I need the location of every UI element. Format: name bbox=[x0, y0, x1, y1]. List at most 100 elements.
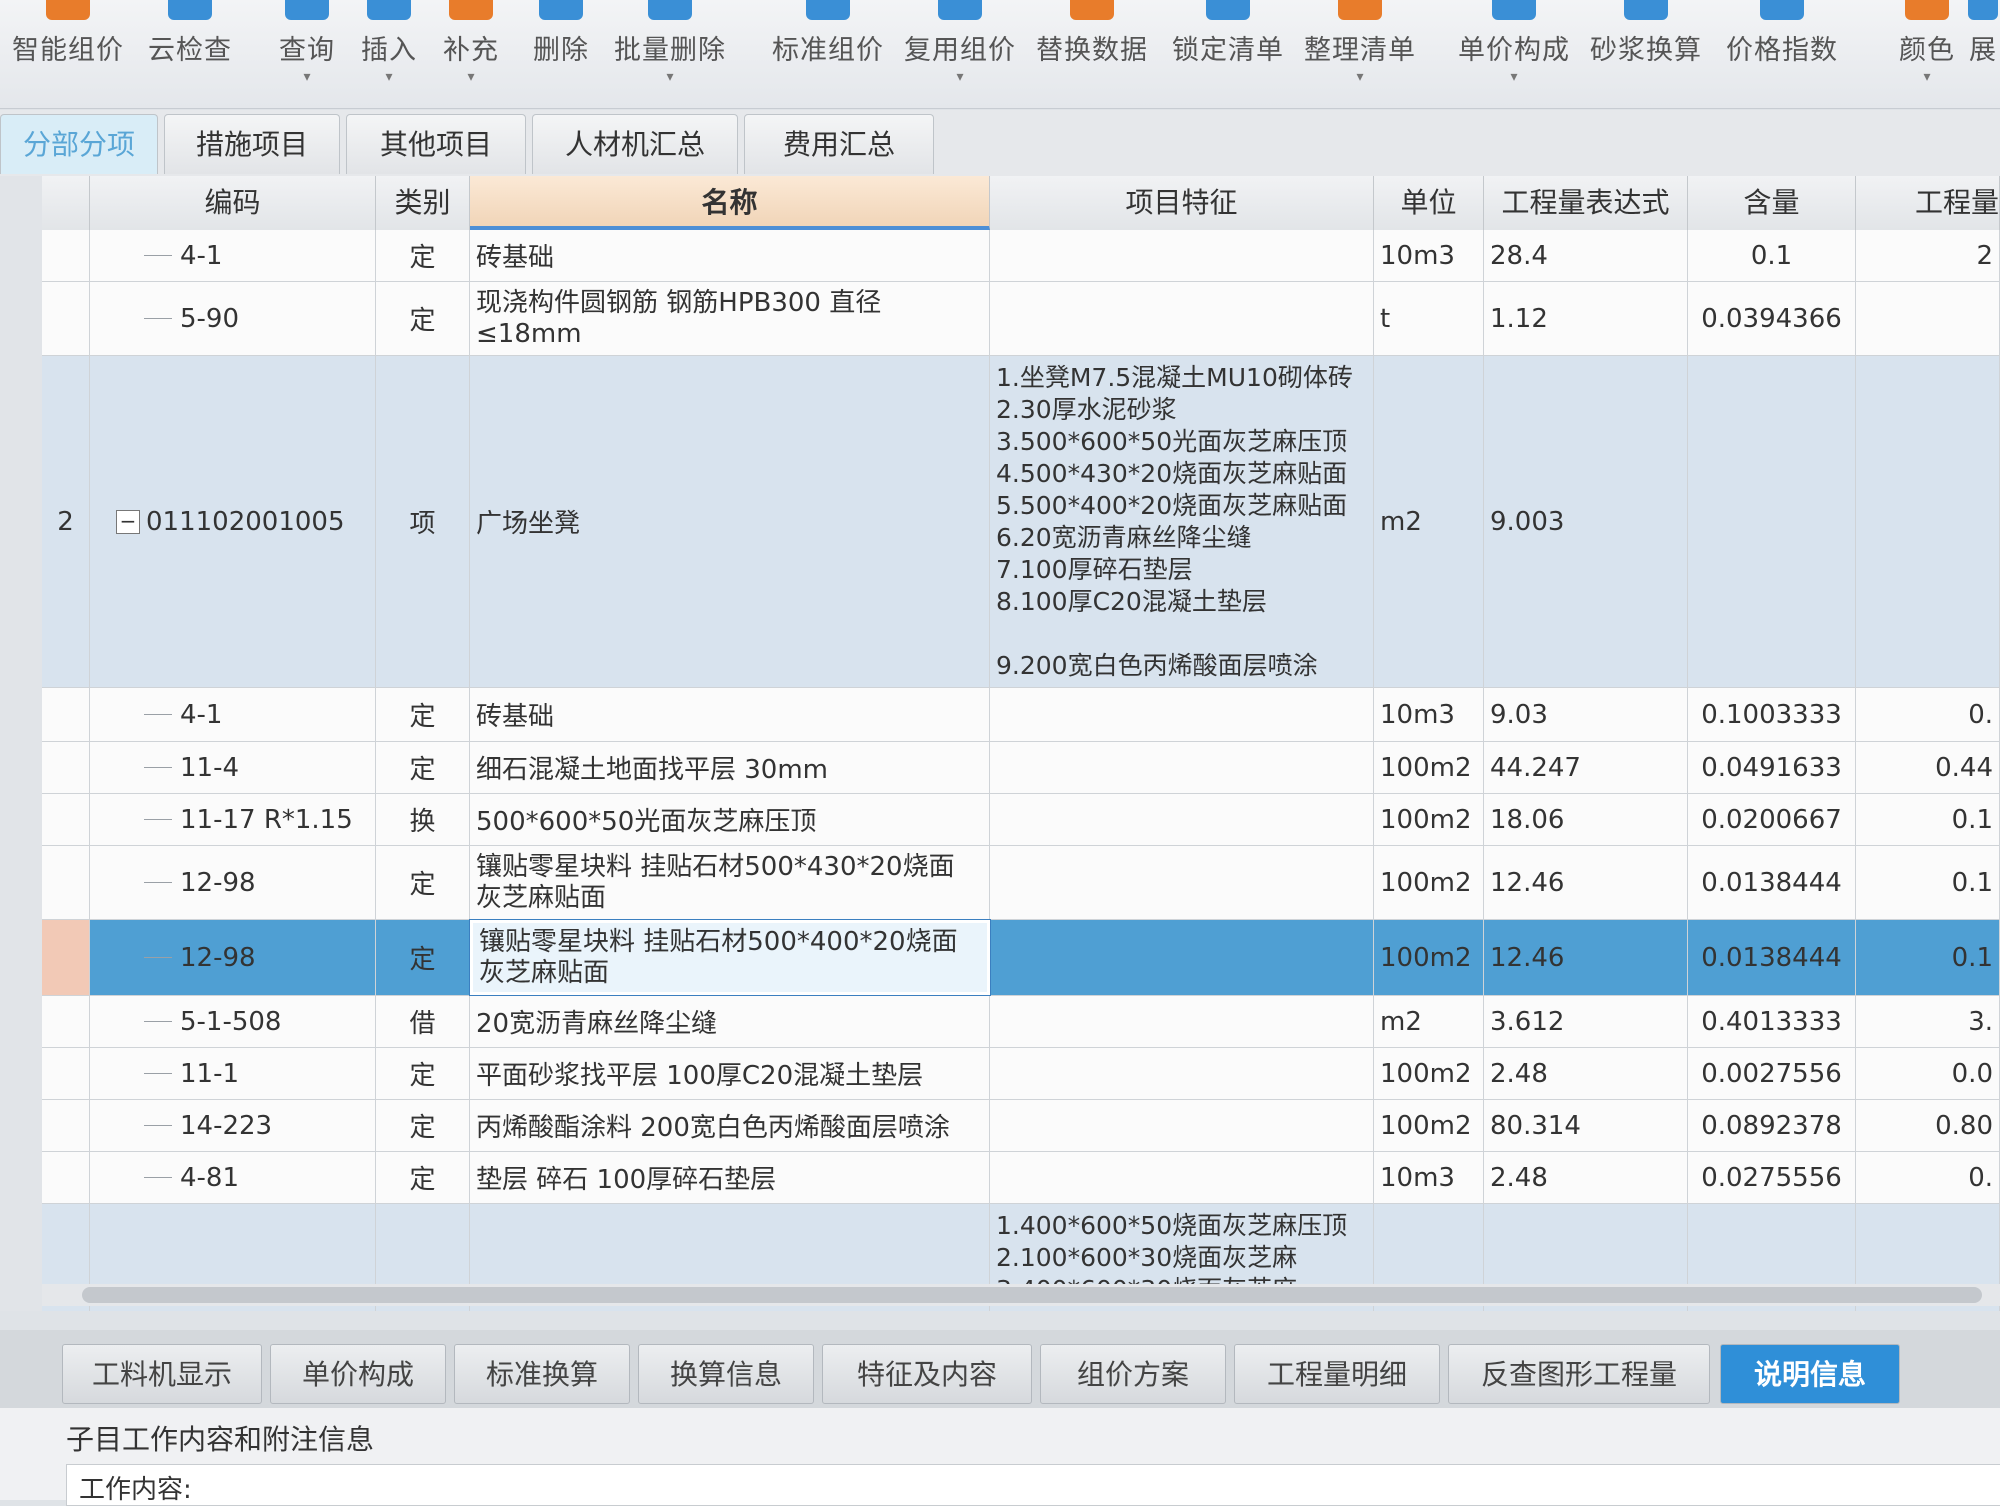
row-code-cell[interactable]: −011102001005 bbox=[90, 356, 376, 687]
row-unit[interactable]: 100m2 bbox=[1374, 846, 1484, 919]
row-name[interactable]: 镶贴零星块料 挂贴石材500*430*20烧面 灰芝麻贴面 bbox=[470, 846, 990, 919]
row-code-cell[interactable]: 4-1 bbox=[90, 230, 376, 281]
row-feature[interactable] bbox=[990, 1100, 1374, 1151]
row-expression[interactable]: 12.46 bbox=[1484, 920, 1688, 995]
row-code-cell[interactable]: 11-17 R*1.15 bbox=[90, 794, 376, 845]
row-code-cell[interactable]: 11-1 bbox=[90, 1048, 376, 1099]
table-row-parent[interactable]: 2 −011102001005 项 广场坐凳 1.坐凳M7.5混凝土MU10砌体… bbox=[42, 356, 2000, 688]
row-quantity[interactable]: 0.1 bbox=[1856, 920, 2000, 995]
row-quantity[interactable]: 0.80 bbox=[1856, 1100, 2000, 1151]
tab-reverse-graphic-quantity[interactable]: 反查图形工程量 bbox=[1448, 1344, 1710, 1404]
row-content[interactable]: 0.0275556 bbox=[1688, 1152, 1856, 1203]
row-type[interactable]: 定 bbox=[376, 742, 470, 793]
query-button[interactable]: 查询 ▾ bbox=[272, 0, 342, 100]
header-quantity[interactable]: 工程量 bbox=[1856, 176, 2000, 230]
row-content[interactable]: 0.4013333 bbox=[1688, 996, 1856, 1047]
row-feature[interactable] bbox=[990, 846, 1374, 919]
row-feature[interactable] bbox=[990, 1152, 1374, 1203]
row-content[interactable]: 0.0138444 bbox=[1688, 846, 1856, 919]
row-type[interactable]: 定 bbox=[376, 920, 470, 995]
row-code-cell[interactable]: 12-98 bbox=[90, 846, 376, 919]
row-name[interactable]: 砖基础 bbox=[470, 688, 990, 741]
tab-features-content[interactable]: 特征及内容 bbox=[822, 1344, 1032, 1404]
row-quantity[interactable]: 0.0 bbox=[1856, 1048, 2000, 1099]
row-content[interactable] bbox=[1688, 356, 1856, 687]
row-expression[interactable]: 12.46 bbox=[1484, 846, 1688, 919]
mortar-conversion-button[interactable]: 砂浆换算 bbox=[1586, 0, 1706, 100]
lock-list-button[interactable]: 锁定清单 bbox=[1168, 0, 1288, 100]
row-content[interactable]: 0.1 bbox=[1688, 230, 1856, 281]
price-index-button[interactable]: 价格指数 bbox=[1722, 0, 1842, 100]
row-type[interactable]: 借 bbox=[376, 996, 470, 1047]
row-expression[interactable]: 28.4 bbox=[1484, 230, 1688, 281]
row-name-editor[interactable]: 镶贴零星块料 挂贴石材500*400*20烧面 灰芝麻贴面 bbox=[469, 919, 991, 996]
header-name[interactable]: 名称 bbox=[470, 176, 990, 230]
row-quantity[interactable]: 0.44 bbox=[1856, 742, 2000, 793]
row-expression[interactable]: 44.247 bbox=[1484, 742, 1688, 793]
row-type[interactable]: 定 bbox=[376, 1048, 470, 1099]
row-code-cell[interactable]: 4-81 bbox=[90, 1152, 376, 1203]
batch-delete-button[interactable]: 批量删除 ▾ bbox=[610, 0, 730, 100]
row-name[interactable]: 细石混凝土地面找平层 30mm bbox=[470, 742, 990, 793]
row-unit[interactable]: 100m2 bbox=[1374, 794, 1484, 845]
row-expression[interactable]: 3.612 bbox=[1484, 996, 1688, 1047]
row-name[interactable]: 垫层 碎石 100厚碎石垫层 bbox=[470, 1152, 990, 1203]
tab-cost-summary[interactable]: 费用汇总 bbox=[744, 114, 934, 174]
row-name[interactable]: 20宽沥青麻丝降尘缝 bbox=[470, 996, 990, 1047]
row-content[interactable]: 0.0491633 bbox=[1688, 742, 1856, 793]
row-type[interactable]: 定 bbox=[376, 688, 470, 741]
row-code-cell[interactable]: 12-98 bbox=[90, 920, 376, 995]
insert-button[interactable]: 插入 ▾ bbox=[354, 0, 424, 100]
row-code-cell[interactable]: 14-223 bbox=[90, 1100, 376, 1151]
table-row-selected[interactable]: 12-98 定 镶贴零星块料 挂贴石材500*400*20烧面 灰芝麻贴面 10… bbox=[42, 919, 2000, 996]
reuse-pricing-button[interactable]: 复用组价 ▾ bbox=[900, 0, 1020, 100]
row-content[interactable]: 0.0892378 bbox=[1688, 1100, 1856, 1151]
tab-conversion-info[interactable]: 换算信息 bbox=[638, 1344, 814, 1404]
row-quantity[interactable]: 2 bbox=[1856, 230, 2000, 281]
tab-other-items[interactable]: 其他项目 bbox=[346, 114, 526, 174]
row-feature[interactable] bbox=[990, 742, 1374, 793]
row-unit[interactable]: m2 bbox=[1374, 356, 1484, 687]
row-expression[interactable]: 80.314 bbox=[1484, 1100, 1688, 1151]
row-type[interactable]: 项 bbox=[376, 356, 470, 687]
row-name[interactable]: 砖基础 bbox=[470, 230, 990, 281]
smart-pricing-button[interactable]: 智能组价 bbox=[8, 0, 128, 100]
row-quantity[interactable]: 3. bbox=[1856, 996, 2000, 1047]
row-content[interactable]: 0.0200667 bbox=[1688, 794, 1856, 845]
row-content[interactable]: 0.0394366 bbox=[1688, 282, 1856, 355]
row-expression[interactable]: 9.03 bbox=[1484, 688, 1688, 741]
row-expression[interactable]: 2.48 bbox=[1484, 1152, 1688, 1203]
row-quantity[interactable]: 0. bbox=[1856, 1152, 2000, 1203]
row-code-cell[interactable]: 5-90 bbox=[90, 282, 376, 355]
row-code-cell[interactable]: 5-1-508 bbox=[90, 996, 376, 1047]
supplement-button[interactable]: 补充 ▾ bbox=[436, 0, 506, 100]
header-expression[interactable]: 工程量表达式 bbox=[1484, 176, 1688, 230]
standard-pricing-button[interactable]: 标准组价 bbox=[768, 0, 888, 100]
table-row[interactable]: 4-81 定 垫层 碎石 100厚碎石垫层 10m3 2.48 0.027555… bbox=[42, 1152, 2000, 1204]
table-row[interactable]: 4-1 定 砖基础 10m3 28.4 0.1 2 bbox=[42, 230, 2000, 282]
row-quantity[interactable]: 0. bbox=[1856, 688, 2000, 741]
row-name[interactable]: 平面砂浆找平层 100厚C20混凝土垫层 bbox=[470, 1048, 990, 1099]
row-quantity[interactable]: 0.1 bbox=[1856, 794, 2000, 845]
row-unit[interactable]: 10m3 bbox=[1374, 1152, 1484, 1203]
row-unit[interactable]: 10m3 bbox=[1374, 688, 1484, 741]
row-unit[interactable]: 100m2 bbox=[1374, 920, 1484, 995]
header-feature[interactable]: 项目特征 bbox=[990, 176, 1374, 230]
row-unit[interactable]: m2 bbox=[1374, 996, 1484, 1047]
row-unit[interactable]: 100m2 bbox=[1374, 742, 1484, 793]
row-unit[interactable]: t bbox=[1374, 282, 1484, 355]
row-unit[interactable]: 100m2 bbox=[1374, 1100, 1484, 1151]
header-type[interactable]: 类别 bbox=[376, 176, 470, 230]
row-quantity[interactable]: 0.1 bbox=[1856, 846, 2000, 919]
row-expression[interactable]: 2.48 bbox=[1484, 1048, 1688, 1099]
header-code[interactable]: 编码 bbox=[90, 176, 376, 230]
scrollbar-thumb[interactable] bbox=[82, 1287, 1982, 1303]
row-feature[interactable] bbox=[990, 1048, 1374, 1099]
table-row[interactable]: 12-98 定 镶贴零星块料 挂贴石材500*430*20烧面 灰芝麻贴面 10… bbox=[42, 846, 2000, 920]
tab-standard-conversion[interactable]: 标准换算 bbox=[454, 1344, 630, 1404]
row-feature[interactable] bbox=[990, 794, 1374, 845]
row-type[interactable]: 定 bbox=[376, 846, 470, 919]
row-content[interactable]: 0.0027556 bbox=[1688, 1048, 1856, 1099]
row-type[interactable]: 定 bbox=[376, 282, 470, 355]
row-feature[interactable] bbox=[990, 230, 1374, 281]
